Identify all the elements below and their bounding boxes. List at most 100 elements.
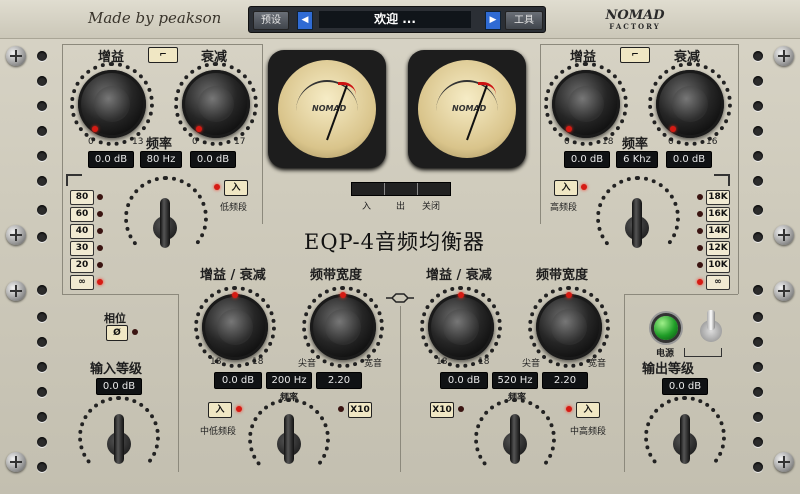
- freq-led: [97, 245, 103, 251]
- switch-separator: [417, 183, 418, 195]
- high-freq-18k[interactable]: 18K: [706, 190, 730, 205]
- preset-next-icon[interactable]: ▶: [485, 11, 501, 30]
- knob-indicator: [670, 126, 676, 132]
- mh-bw-knob[interactable]: [536, 294, 602, 360]
- low-freq-80[interactable]: 80: [70, 190, 94, 205]
- freq-led: [697, 211, 703, 217]
- meter-off-label[interactable]: 关闭: [422, 199, 440, 212]
- freq-led: [97, 279, 103, 285]
- low-freq-40[interactable]: 40: [70, 224, 94, 239]
- meter-out-label[interactable]: 出: [396, 199, 405, 212]
- input-level-display[interactable]: 0.0 dB: [96, 378, 142, 395]
- mh-gain-knob[interactable]: [428, 294, 494, 360]
- high-boost-knob[interactable]: [552, 70, 620, 138]
- high-freq-14k[interactable]: 14K: [706, 224, 730, 239]
- ml-x10-button[interactable]: X10: [348, 402, 372, 418]
- mh-bw-label: 频带宽度: [536, 268, 589, 283]
- phase-button[interactable]: Ø: [106, 325, 128, 341]
- ml-gain-label: 增益 / 衰减: [200, 268, 266, 283]
- mh-gain-label: 增益 / 衰减: [426, 268, 492, 283]
- high-freq-12k[interactable]: 12K: [706, 241, 730, 256]
- ml-gain-display[interactable]: 0.0 dB: [214, 372, 262, 389]
- freq-led: [697, 262, 703, 268]
- ml-in-button[interactable]: 入: [208, 402, 232, 418]
- high-atten-knob[interactable]: [656, 70, 724, 138]
- high-cut-icon: [714, 174, 730, 186]
- meter-red-zone: [478, 82, 496, 95]
- rack-hole: [753, 151, 763, 161]
- ml-freq-knob[interactable]: [274, 414, 304, 464]
- tools-button[interactable]: 工具: [505, 11, 543, 30]
- meter-in-label[interactable]: 入: [362, 199, 371, 212]
- mh-freq-display[interactable]: 520 Hz: [492, 372, 538, 389]
- output-level-display[interactable]: 0.0 dB: [662, 378, 708, 395]
- toggle-bracket: [684, 348, 722, 357]
- high-freq-off[interactable]: ∞: [706, 275, 730, 290]
- low-freq-30[interactable]: 30: [70, 241, 94, 256]
- preset-button[interactable]: 预设: [253, 11, 289, 30]
- low-freq-display[interactable]: 80 Hz: [140, 151, 182, 168]
- rack-hole: [37, 362, 47, 372]
- low-freq-off[interactable]: ∞: [70, 275, 94, 290]
- ml-gain-knob[interactable]: [202, 294, 268, 360]
- low-freq-knob[interactable]: [150, 198, 180, 248]
- rack-hole: [37, 437, 47, 447]
- rack-hole: [753, 412, 763, 422]
- knob-indicator: [458, 292, 464, 298]
- meter-face: NOMAD: [278, 60, 376, 158]
- high-shelf-toggle[interactable]: ⌐: [620, 47, 650, 63]
- mh-gain-display[interactable]: 0.0 dB: [440, 372, 488, 389]
- low-band-in-button[interactable]: 入: [224, 180, 248, 196]
- low-band-label: 低频段: [220, 203, 248, 213]
- freq-led: [97, 211, 103, 217]
- high-freq-10k[interactable]: 10K: [706, 258, 730, 273]
- rack-hole: [37, 462, 47, 472]
- preset-prev-icon[interactable]: ◀: [297, 11, 313, 30]
- ml-bw-display[interactable]: 2.20: [316, 372, 362, 389]
- low-freq-60[interactable]: 60: [70, 207, 94, 222]
- screw-icon: [6, 281, 26, 301]
- low-boost-knob[interactable]: [78, 70, 146, 138]
- scale-max: 17: [234, 137, 246, 147]
- screw-icon: [774, 452, 794, 472]
- ml-bw-knob[interactable]: [310, 294, 376, 360]
- rack-hole: [753, 387, 763, 397]
- screw-icon: [6, 452, 26, 472]
- high-freq-knob[interactable]: [622, 198, 652, 248]
- power-button[interactable]: [654, 316, 678, 340]
- low-atten-display[interactable]: 0.0 dB: [190, 151, 236, 168]
- divider: [400, 306, 401, 472]
- high-freq-display[interactable]: 6 Khz: [616, 151, 658, 168]
- mh-in-button[interactable]: 入: [576, 402, 600, 418]
- mh-freq-knob[interactable]: [500, 414, 530, 464]
- band-link-icon[interactable]: [386, 288, 414, 303]
- screw-icon: [6, 46, 26, 66]
- low-freq-20[interactable]: 20: [70, 258, 94, 273]
- mh-bw-display[interactable]: 2.20: [542, 372, 588, 389]
- preset-name-display[interactable]: 欢迎 ...: [319, 11, 471, 28]
- ml-freq-display[interactable]: 200 Hz: [266, 372, 312, 389]
- screw-icon: [774, 46, 794, 66]
- output-toggle-switch[interactable]: [700, 310, 722, 342]
- low-band-led: [214, 184, 220, 190]
- divider: [62, 294, 178, 295]
- high-boost-display[interactable]: 0.0 dB: [564, 151, 610, 168]
- rack-hole: [37, 412, 47, 422]
- meter-logo: NOMAD: [452, 104, 487, 113]
- phase-led: [132, 329, 138, 335]
- input-level-knob[interactable]: [104, 414, 134, 464]
- rack-hole: [37, 151, 47, 161]
- low-boost-display[interactable]: 0.0 dB: [88, 151, 134, 168]
- high-atten-display[interactable]: 0.0 dB: [666, 151, 712, 168]
- low-atten-knob[interactable]: [182, 70, 250, 138]
- freq-led: [97, 194, 103, 200]
- scale-min: 18: [436, 357, 448, 367]
- low-cut-icon: [66, 174, 82, 186]
- x10-led: [338, 406, 344, 412]
- meter-mode-switch[interactable]: [351, 182, 451, 196]
- low-shelf-toggle[interactable]: ⌐: [148, 47, 178, 63]
- output-level-knob[interactable]: [670, 414, 700, 464]
- high-band-in-button[interactable]: 入: [554, 180, 578, 196]
- high-freq-16k[interactable]: 16K: [706, 207, 730, 222]
- mh-x10-button[interactable]: X10: [430, 402, 454, 418]
